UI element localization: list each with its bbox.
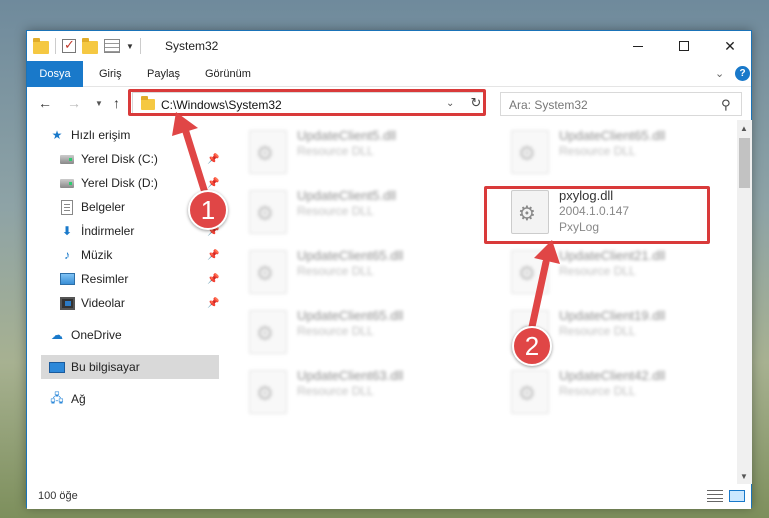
arrow-1 (182, 128, 210, 200)
step-1-badge: 1 (188, 190, 228, 230)
step-2-badge: 2 (512, 326, 552, 366)
arrow-2-head (534, 240, 560, 264)
arrow-2 (526, 258, 550, 340)
annotation-arrows (172, 112, 560, 340)
